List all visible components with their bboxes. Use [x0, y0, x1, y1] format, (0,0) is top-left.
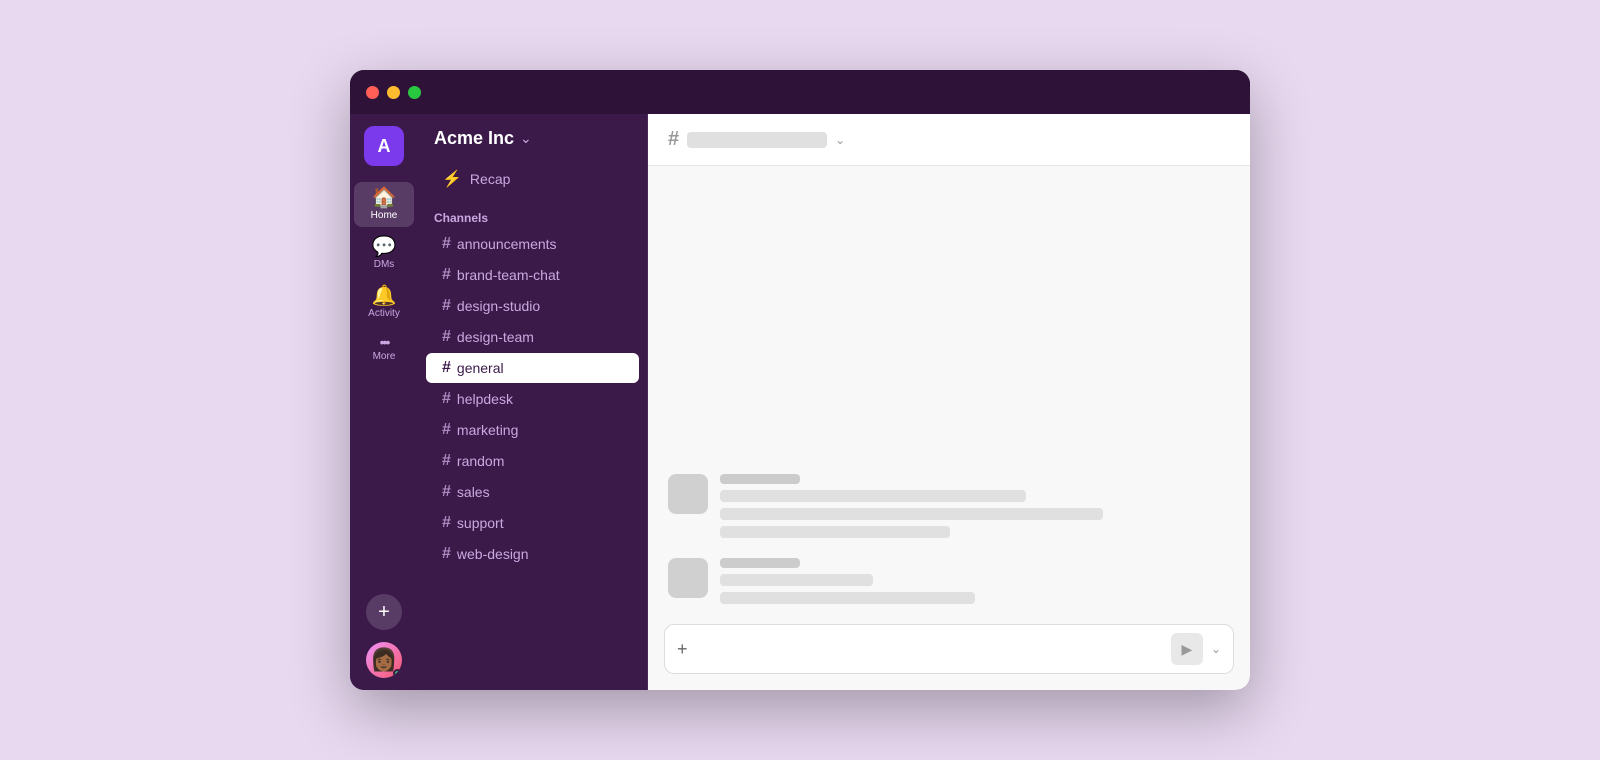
skeleton-line-2 — [720, 508, 1103, 520]
hash-icon: # — [442, 359, 451, 377]
hash-icon: # — [442, 545, 451, 563]
channel-item-marketing[interactable]: # marketing — [426, 415, 639, 445]
sidebar-item-activity[interactable]: 🔔 Activity — [354, 280, 414, 325]
channel-item-design-team[interactable]: # design-team — [426, 322, 639, 352]
recap-item[interactable]: ⚡ Recap — [426, 163, 639, 195]
messages-area — [648, 166, 1250, 624]
sidebar-item-more[interactable]: ••• More — [354, 329, 414, 368]
channel-header: # ⌄ — [648, 114, 1250, 166]
channel-header-hash-icon: # — [668, 128, 679, 151]
channel-sidebar: Acme Inc ⌄ ⚡ Recap Channels # announceme… — [418, 114, 648, 690]
channel-name: design-studio — [457, 298, 540, 314]
app-body: A 🏠 Home 💬 DMs 🔔 Activity ••• More + — [350, 114, 1250, 690]
user-avatar[interactable]: 👩🏾 — [366, 642, 402, 678]
channel-name: support — [457, 515, 504, 531]
skeleton-line-1 — [720, 574, 873, 586]
channel-name: random — [457, 453, 504, 469]
skeleton-line-1 — [720, 490, 1026, 502]
channel-item-sales[interactable]: # sales — [426, 477, 639, 507]
recap-icon: ⚡ — [442, 169, 462, 189]
channel-name: helpdesk — [457, 391, 513, 407]
skeleton-line-2 — [720, 592, 975, 604]
channel-item-helpdesk[interactable]: # helpdesk — [426, 384, 639, 414]
input-plus-icon[interactable]: + — [677, 639, 688, 660]
workspace-avatar[interactable]: A — [364, 126, 404, 166]
channel-item-web-design[interactable]: # web-design — [426, 539, 639, 569]
hash-icon: # — [442, 483, 451, 501]
channel-item-design-studio[interactable]: # design-studio — [426, 291, 639, 321]
channel-name: web-design — [457, 546, 529, 562]
workspace-header[interactable]: Acme Inc ⌄ — [418, 114, 647, 163]
hash-icon: # — [442, 328, 451, 346]
channel-item-announcements[interactable]: # announcements — [426, 229, 639, 259]
hash-icon: # — [442, 297, 451, 315]
send-chevron-icon[interactable]: ⌄ — [1211, 642, 1221, 656]
app-window: A 🏠 Home 💬 DMs 🔔 Activity ••• More + — [350, 70, 1250, 690]
sidebar-item-home[interactable]: 🏠 Home — [354, 182, 414, 227]
hash-icon: # — [442, 514, 451, 532]
message-row — [668, 474, 1230, 538]
channel-name: sales — [457, 484, 490, 500]
dms-label: DMs — [374, 259, 395, 270]
skeleton-name — [720, 558, 800, 568]
hash-icon: # — [442, 266, 451, 284]
channel-item-support[interactable]: # support — [426, 508, 639, 538]
channels-section: Channels # announcements # brand-team-ch… — [418, 203, 647, 690]
workspace-name: Acme Inc — [434, 128, 514, 149]
channel-name: general — [457, 360, 504, 376]
skeleton-line-3 — [720, 526, 950, 538]
channel-name: design-team — [457, 329, 534, 345]
home-icon: 🏠 — [372, 188, 397, 208]
message-body — [720, 558, 1230, 604]
add-button[interactable]: + — [366, 594, 402, 630]
minimize-button[interactable] — [387, 86, 400, 99]
workspace-chevron-icon: ⌄ — [520, 130, 532, 147]
more-label: More — [373, 351, 396, 362]
message-avatar — [668, 558, 708, 598]
recap-label: Recap — [470, 171, 510, 187]
channel-header-chevron-icon: ⌄ — [835, 133, 845, 147]
close-button[interactable] — [366, 86, 379, 99]
message-body — [720, 474, 1230, 538]
message-input-bar[interactable]: + ▶ ⌄ — [664, 624, 1234, 674]
message-avatar — [668, 474, 708, 514]
hash-icon: # — [442, 390, 451, 408]
send-icon: ▶ — [1182, 641, 1193, 658]
channel-name: marketing — [457, 422, 518, 438]
maximize-button[interactable] — [408, 86, 421, 99]
more-icon: ••• — [380, 335, 389, 349]
send-button[interactable]: ▶ — [1171, 633, 1203, 665]
hash-icon: # — [442, 235, 451, 253]
channel-name: brand-team-chat — [457, 267, 560, 283]
channel-item-random[interactable]: # random — [426, 446, 639, 476]
channel-item-brand-team-chat[interactable]: # brand-team-chat — [426, 260, 639, 290]
dms-icon: 💬 — [372, 237, 397, 257]
hash-icon: # — [442, 452, 451, 470]
title-bar — [350, 70, 1250, 114]
online-indicator — [393, 669, 402, 678]
message-row — [668, 558, 1230, 604]
activity-icon: 🔔 — [372, 286, 397, 306]
sidebar-item-dms[interactable]: 💬 DMs — [354, 231, 414, 276]
channel-name: announcements — [457, 236, 557, 252]
activity-label: Activity — [368, 308, 400, 319]
skeleton-name — [720, 474, 800, 484]
hash-icon: # — [442, 421, 451, 439]
channel-header-name-skeleton — [687, 132, 827, 148]
icon-sidebar: A 🏠 Home 💬 DMs 🔔 Activity ••• More + — [350, 114, 418, 690]
channel-item-general[interactable]: # general — [426, 353, 639, 383]
channels-section-header: Channels — [418, 203, 647, 229]
main-content: # ⌄ — [648, 114, 1250, 690]
home-label: Home — [371, 210, 398, 221]
